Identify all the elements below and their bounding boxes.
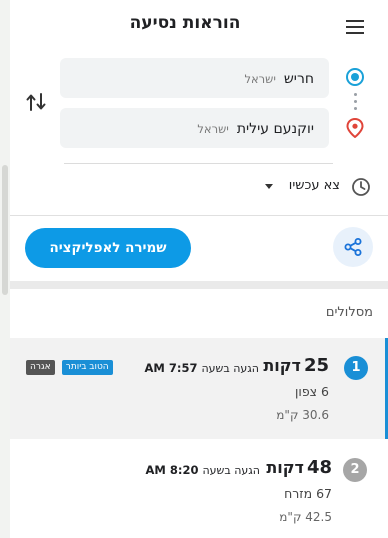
best-route-badge: הטוב ביותר: [61, 360, 113, 375]
route-arrival: הגעה בשעה8:20 AM: [145, 463, 261, 477]
destination-country: ישראל: [197, 122, 229, 136]
share-button[interactable]: [333, 227, 373, 267]
route-duration: 25דקות: [263, 355, 329, 376]
origin-country: ישראל: [244, 72, 276, 86]
route-option-2[interactable]: 2 48דקות הגעה בשעה8:20 AM 67 מזרח 42.5 ק…: [10, 440, 388, 538]
page-title: הוראות נסיעה: [129, 13, 241, 33]
header: הוראות נסיעה: [10, 0, 388, 52]
chevron-down-icon: [265, 184, 273, 189]
route-distance: 42.5 ק"מ: [279, 510, 332, 524]
depart-selector[interactable]: צא עכשיו: [10, 174, 388, 200]
scrollbar-thumb[interactable]: [2, 165, 8, 295]
route-badges: אגרה הטוב ביותר: [26, 360, 113, 379]
divider: [10, 215, 388, 216]
map-edge-strip: [0, 0, 10, 538]
route-duration: 48דקות: [266, 457, 332, 478]
save-to-app-button[interactable]: שמירה לאפליקציה: [25, 228, 191, 268]
route-dots-icon: [354, 93, 357, 113]
route-arrival: הגעה בשעה7:57 AM: [144, 361, 260, 375]
swap-icon[interactable]: [24, 90, 48, 114]
route-number: 2: [343, 458, 367, 482]
origin-name: חריש: [283, 71, 314, 87]
route-road: 67 מזרח: [284, 486, 332, 501]
destination-pin-icon: [346, 117, 364, 139]
routes-heading: מסלולים: [325, 305, 373, 320]
origin-icon: [346, 68, 364, 86]
route-distance: 30.6 ק"מ: [276, 408, 329, 422]
section-separator: [10, 281, 388, 289]
divider: [64, 163, 333, 164]
share-icon: [344, 238, 362, 256]
depart-label: צא עכשיו: [288, 178, 340, 193]
clock-icon: [351, 177, 371, 197]
route-road: 6 צפון: [295, 384, 329, 399]
directions-panel: הוראות נסיעה חריש ישראל יוקנעם עילית ישראל: [10, 0, 388, 538]
route-option-1[interactable]: 1 25דקות הגעה בשעה7:57 AM אגרה הטוב ביות…: [10, 338, 388, 439]
route-number: 1: [344, 356, 368, 380]
destination-field[interactable]: יוקנעם עילית ישראל: [60, 108, 329, 148]
menu-icon[interactable]: [344, 17, 366, 37]
destination-name: יוקנעם עילית: [236, 121, 314, 137]
origin-field[interactable]: חריש ישראל: [60, 58, 329, 98]
toll-badge: אגרה: [26, 360, 55, 375]
